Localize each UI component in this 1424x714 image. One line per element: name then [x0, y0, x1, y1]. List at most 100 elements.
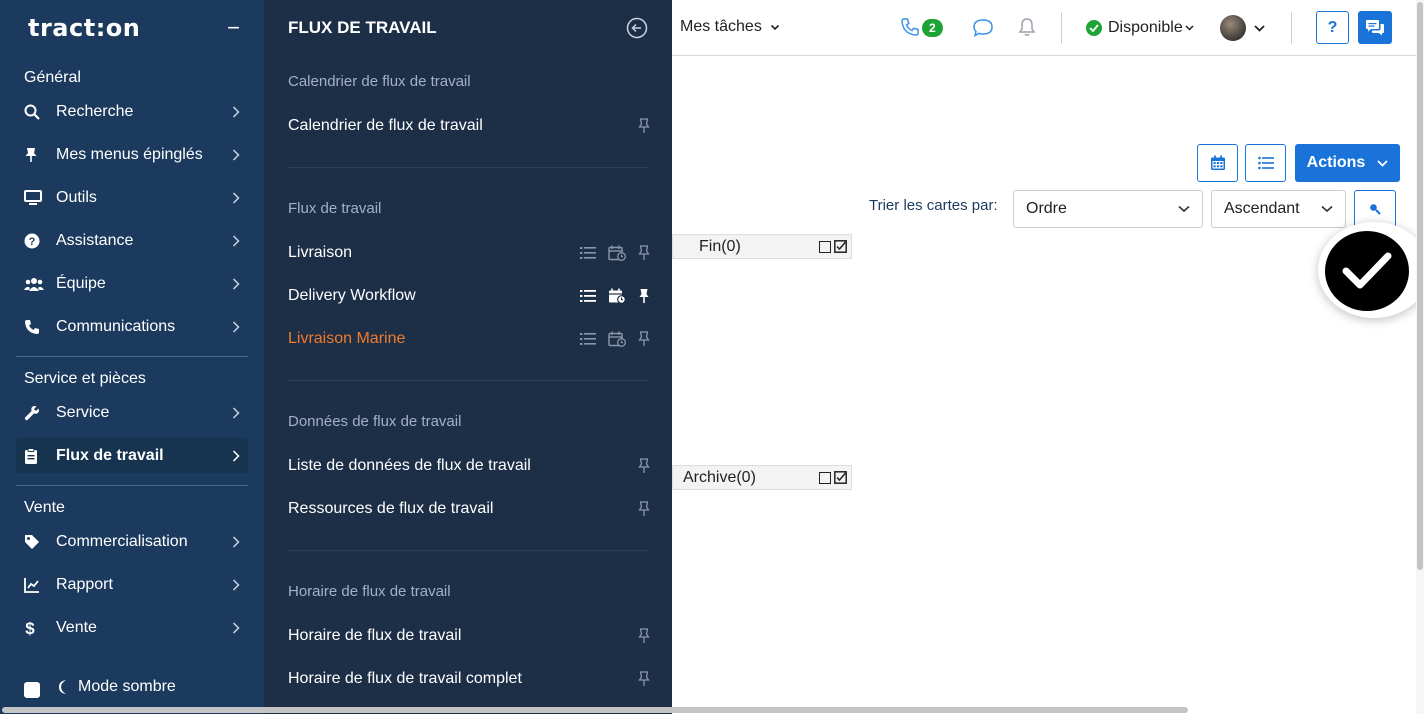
- dark-mode-toggle[interactable]: Mode sombre: [24, 676, 176, 698]
- notifications-button[interactable]: [1018, 17, 1036, 37]
- avatar: [1220, 15, 1246, 41]
- chevron-down-icon: [1377, 159, 1388, 167]
- sort-order-value: Ascendant: [1224, 200, 1300, 217]
- flyout-item-calendrier[interactable]: Calendrier de flux de travail: [264, 104, 672, 147]
- chevron-down-icon: [1254, 24, 1265, 32]
- sidebar-item-outils[interactable]: Outils: [0, 176, 264, 219]
- sidebar-item-label: Service: [56, 403, 110, 421]
- flyout-item-livraison[interactable]: Livraison: [264, 231, 672, 274]
- chevron-down-icon: [1185, 25, 1194, 31]
- calendar-clock-icon[interactable]: [608, 245, 626, 261]
- sort-cards-label: Trier les cartes par:: [869, 197, 998, 214]
- select-none-checkbox[interactable]: [819, 240, 831, 253]
- collapse-sidebar-button[interactable]: −: [227, 17, 240, 39]
- sidebar-item-recherche[interactable]: Recherche: [0, 90, 264, 133]
- svg-text:?: ?: [29, 236, 36, 248]
- pin-icon[interactable]: [638, 457, 650, 474]
- scrollbar-thumb[interactable]: [2, 707, 1188, 713]
- select-none-checkbox[interactable]: [819, 471, 831, 484]
- select-all-checkbox[interactable]: [834, 240, 847, 253]
- pin-icon[interactable]: [638, 117, 650, 134]
- pin-icon[interactable]: [638, 670, 650, 687]
- flyout-title: FLUX DE TRAVAIL: [288, 18, 437, 37]
- calendar-icon: [1210, 155, 1226, 171]
- phone-icon: [900, 17, 920, 37]
- phone-button[interactable]: 2: [900, 17, 943, 37]
- actions-dropdown-button[interactable]: Actions: [1295, 144, 1400, 182]
- flyout-item-delivery-workflow[interactable]: Delivery Workflow: [264, 274, 672, 317]
- help-button[interactable]: ?: [1316, 11, 1349, 44]
- sidebar-item-communications[interactable]: Communications: [0, 305, 264, 348]
- chat-button[interactable]: [972, 18, 994, 38]
- sidebar-item-commercialisation[interactable]: Commercialisation: [0, 520, 264, 563]
- list-icon[interactable]: [580, 289, 596, 303]
- sidebar-item-pinned-menus[interactable]: Mes menus épinglés: [0, 133, 264, 176]
- calendar-clock-icon[interactable]: [608, 331, 626, 347]
- scrollbar-thumb[interactable]: [1417, 2, 1423, 570]
- chart-line-icon: [24, 577, 56, 593]
- floating-complete-button[interactable]: [1318, 222, 1424, 318]
- section-title-service: Service et pièces: [24, 370, 146, 387]
- checkmark-icon: [1325, 231, 1409, 311]
- monitor-icon: [24, 189, 56, 206]
- flyout-item-resources[interactable]: Ressources de flux de travail: [264, 487, 672, 530]
- sidebar-item-rapport[interactable]: Rapport: [0, 563, 264, 606]
- pin-icon[interactable]: [638, 288, 650, 304]
- sidebar-item-flux-de-travail[interactable]: Flux de travail: [16, 438, 248, 473]
- dark-mode-checkbox[interactable]: [24, 682, 40, 698]
- flyout-item-livraison-marine[interactable]: Livraison Marine: [264, 317, 672, 360]
- column-header-fin: Fin(0): [672, 234, 852, 259]
- flyout-header: FLUX DE TRAVAIL: [264, 0, 672, 56]
- my-tasks-dropdown[interactable]: Mes tâches: [680, 18, 780, 36]
- sidebar-item-equipe[interactable]: Équipe: [0, 262, 264, 305]
- section-title-vente: Vente: [24, 499, 65, 516]
- logo: tract:on: [28, 14, 141, 42]
- select-all-checkbox[interactable]: [834, 471, 847, 484]
- chevron-down-icon: [1321, 205, 1333, 213]
- phone-count-badge: 2: [922, 19, 943, 37]
- list-icon[interactable]: [580, 246, 596, 260]
- flyout-item-full-schedule[interactable]: Horaire de flux de travail complet: [264, 657, 672, 700]
- messages-button[interactable]: [1358, 11, 1392, 44]
- flyout-item-schedule[interactable]: Horaire de flux de travail: [264, 614, 672, 657]
- chevron-right-icon: [232, 406, 242, 419]
- flyout-item-data-list[interactable]: Liste de données de flux de travail: [264, 444, 672, 487]
- chevron-right-icon: [232, 449, 242, 462]
- list-icon: [1257, 156, 1274, 170]
- sort-order-select[interactable]: Ascendant: [1211, 190, 1346, 228]
- vertical-scrollbar[interactable]: [1416, 0, 1424, 714]
- horizontal-scrollbar[interactable]: [0, 706, 1416, 714]
- sidebar-item-label: Mes menus épinglés: [56, 145, 203, 163]
- dollar-icon: $: [24, 619, 56, 637]
- pin-icon[interactable]: [638, 627, 650, 644]
- list-icon[interactable]: [580, 332, 596, 346]
- availability-dropdown[interactable]: Disponible: [1086, 19, 1194, 37]
- column-title: Fin(0): [699, 237, 741, 255]
- status-label: Disponible: [1108, 19, 1183, 36]
- list-view-button[interactable]: [1245, 144, 1286, 182]
- messages-icon: [1365, 19, 1385, 37]
- column-header-archive: Archive(0): [672, 465, 852, 490]
- pin-icon[interactable]: [638, 244, 650, 261]
- pin-icon[interactable]: [638, 500, 650, 517]
- calendar-view-button[interactable]: [1197, 144, 1238, 182]
- svg-text:$: $: [25, 619, 35, 637]
- flyout-item-label: Livraison: [288, 243, 353, 261]
- app-root: tract:on − Général Recherche Mes menus é…: [0, 0, 1424, 714]
- sidebar-item-assistance[interactable]: ? Assistance: [0, 219, 264, 262]
- pin-icon[interactable]: [638, 330, 650, 347]
- clipboard-icon: [24, 447, 56, 464]
- search-icon: [24, 104, 56, 120]
- flyout-group-title: Horaire de flux de travail: [288, 583, 451, 600]
- workflow-flyout: FLUX DE TRAVAIL Calendrier de flux de tr…: [264, 0, 672, 714]
- sidebar-item-vente[interactable]: $ Vente: [0, 606, 264, 649]
- sidebar: tract:on − Général Recherche Mes menus é…: [0, 0, 264, 714]
- sidebar-item-service[interactable]: Service: [0, 391, 264, 434]
- sidebar-item-label: Équipe: [56, 274, 106, 292]
- user-menu[interactable]: [1220, 15, 1265, 41]
- sort-field-select[interactable]: Ordre: [1013, 190, 1203, 228]
- flyout-item-label: Ressources de flux de travail: [288, 499, 494, 517]
- calendar-clock-icon[interactable]: [608, 288, 626, 304]
- back-arrow-icon[interactable]: [626, 17, 648, 39]
- chevron-right-icon: [232, 535, 242, 548]
